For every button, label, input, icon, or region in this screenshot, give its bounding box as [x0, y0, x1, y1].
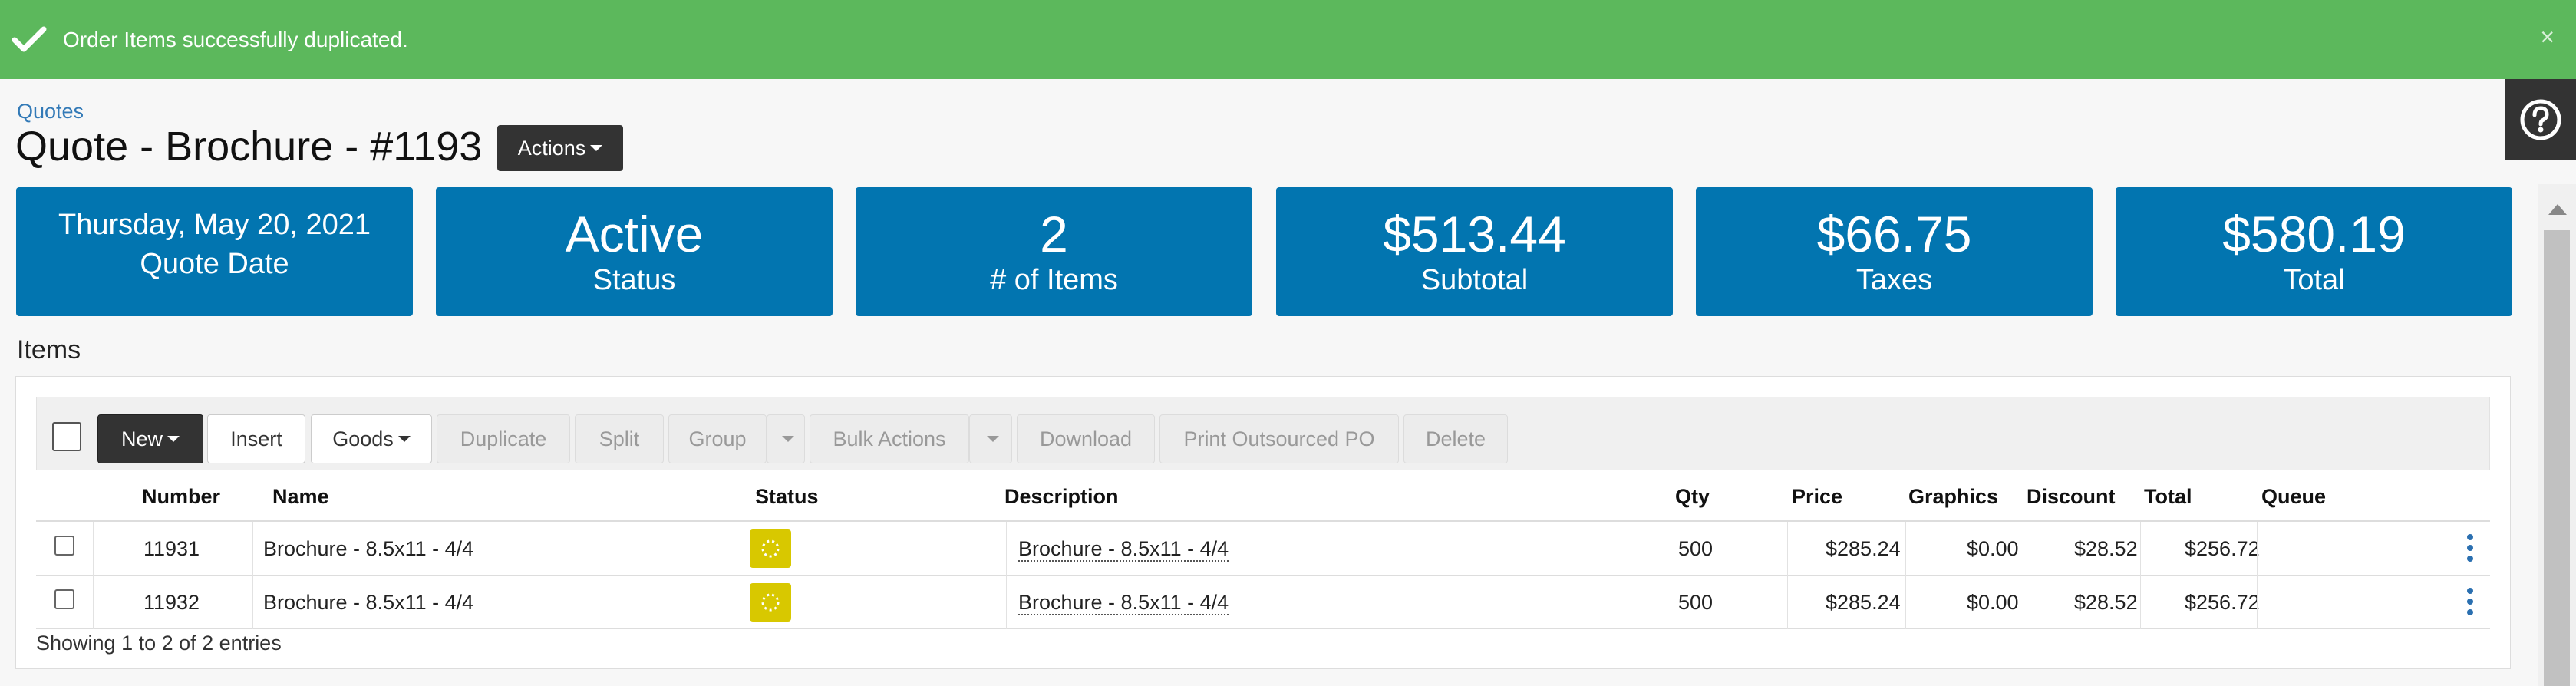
cell-discount: $28.52 — [2074, 537, 2138, 560]
cell-qty: 500 — [1678, 591, 1713, 614]
table-row[interactable]: 11931 Brochure - 8.5x11 - 4/4 Brochure -… — [36, 522, 2490, 576]
stat-label: # of Items — [990, 264, 1118, 296]
stat-item-count: 2 # of Items — [856, 187, 1252, 316]
cell-price: $285.24 — [1826, 537, 1901, 560]
description-link[interactable]: Brochure - 8.5x11 - 4/4 — [1018, 537, 1229, 562]
stat-status: Active Status — [436, 187, 833, 316]
caret-down-icon — [782, 436, 794, 442]
row-menu-kebab-icon[interactable] — [2467, 588, 2473, 615]
items-toolbar: New Insert Goods Duplicate Split Group B… — [36, 397, 2490, 470]
actions-label: Actions — [517, 136, 586, 160]
group-button[interactable]: Group — [668, 414, 767, 463]
scroll-up-arrow[interactable] — [2548, 204, 2567, 215]
goods-dropdown-button[interactable]: Goods — [311, 414, 432, 463]
cell-total: $256.72 — [2185, 591, 2260, 614]
select-all-checkbox[interactable] — [52, 422, 81, 451]
column-header-total[interactable]: Total — [2144, 485, 2192, 509]
row-menu-kebab-icon[interactable] — [2467, 534, 2473, 562]
table-header: Number Name Status Description Qty Price… — [36, 470, 2490, 522]
cell-number: 11932 — [143, 591, 200, 614]
caret-down-icon — [590, 145, 603, 151]
print-outsourced-po-button[interactable]: Print Outsourced PO — [1159, 414, 1399, 463]
column-header-status[interactable]: Status — [755, 485, 819, 509]
row-checkbox[interactable] — [54, 536, 74, 556]
stat-total: $580.19 Total — [2116, 187, 2512, 316]
stat-value: 2 — [1040, 206, 1068, 262]
status-badge — [750, 583, 791, 622]
cell-graphics: $0.00 — [1967, 537, 2019, 560]
spinner-icon — [761, 539, 780, 558]
stat-label: Total — [2283, 264, 2345, 296]
items-heading: Items — [17, 335, 81, 364]
status-badge — [750, 529, 791, 568]
bulk-actions-button[interactable]: Bulk Actions — [810, 414, 969, 463]
description-link[interactable]: Brochure - 8.5x11 - 4/4 — [1018, 591, 1229, 615]
scrollbar[interactable] — [2538, 184, 2576, 686]
stat-quote-date: Thursday, May 20, 2021 Quote Date — [16, 187, 413, 316]
stat-label: Status — [592, 264, 676, 296]
column-header-name[interactable]: Name — [272, 485, 329, 509]
bulk-actions-caret-button[interactable] — [969, 414, 1012, 463]
column-header-number[interactable]: Number — [142, 485, 220, 509]
cell-graphics: $0.00 — [1967, 591, 2019, 614]
cell-number: 11931 — [143, 537, 200, 560]
stat-value: $513.44 — [1383, 206, 1566, 262]
insert-button[interactable]: Insert — [207, 414, 305, 463]
stat-value: $580.19 — [2222, 206, 2406, 262]
download-button[interactable]: Download — [1017, 414, 1155, 463]
new-label: New — [120, 427, 163, 450]
column-header-discount[interactable]: Discount — [2027, 485, 2116, 509]
cell-total: $256.72 — [2185, 537, 2260, 560]
stat-subtotal: $513.44 Subtotal — [1276, 187, 1673, 316]
cell-description[interactable]: Brochure - 8.5x11 - 4/4 — [1018, 591, 1229, 615]
table-info: Showing 1 to 2 of 2 entries — [36, 632, 282, 655]
spinner-icon — [761, 593, 780, 612]
breadcrumb-quotes[interactable]: Quotes — [17, 100, 84, 124]
items-panel: New Insert Goods Duplicate Split Group B… — [15, 376, 2511, 669]
row-checkbox[interactable] — [54, 589, 74, 609]
alert-message: Order Items successfully duplicated. — [63, 27, 408, 51]
cell-qty: 500 — [1678, 537, 1713, 560]
column-header-graphics[interactable]: Graphics — [1908, 485, 1998, 509]
table-row[interactable]: 11932 Brochure - 8.5x11 - 4/4 Brochure -… — [36, 576, 2490, 629]
cell-price: $285.24 — [1826, 591, 1901, 614]
success-alert: Order Items successfully duplicated. × — [0, 0, 2576, 79]
cell-discount: $28.52 — [2074, 591, 2138, 614]
stat-value: Thursday, May 20, 2021 — [58, 209, 371, 241]
stat-label: Taxes — [1855, 264, 1933, 296]
caret-down-icon — [397, 436, 411, 442]
stat-value: Active — [565, 206, 704, 262]
group-caret-button[interactable] — [767, 414, 805, 463]
column-header-price[interactable]: Price — [1792, 485, 1842, 509]
stat-value: $66.75 — [1816, 206, 1972, 262]
caret-down-icon — [987, 436, 999, 442]
duplicate-button[interactable]: Duplicate — [437, 414, 570, 463]
stat-taxes: $66.75 Taxes — [1696, 187, 2093, 316]
help-button[interactable] — [2505, 79, 2576, 160]
actions-dropdown-button[interactable]: Actions — [497, 125, 623, 171]
caret-down-icon — [167, 436, 180, 442]
stat-label: Subtotal — [1420, 264, 1529, 296]
column-header-queue[interactable]: Queue — [2261, 485, 2326, 509]
new-dropdown-button[interactable]: New — [97, 414, 203, 463]
scroll-thumb[interactable] — [2544, 230, 2570, 686]
split-button[interactable]: Split — [575, 414, 664, 463]
cell-name: Brochure - 8.5x11 - 4/4 — [263, 591, 474, 614]
column-header-description[interactable]: Description — [1004, 485, 1119, 509]
cell-name: Brochure - 8.5x11 - 4/4 — [263, 537, 474, 560]
stat-label: Quote Date — [140, 248, 289, 280]
page-title: Quote - Brochure - #1193 — [15, 124, 483, 170]
close-alert-button[interactable]: × — [2540, 23, 2555, 51]
question-circle-icon — [2520, 99, 2561, 140]
goods-label: Goods — [332, 427, 394, 450]
column-header-qty[interactable]: Qty — [1675, 485, 1710, 509]
check-icon — [9, 25, 49, 55]
delete-button[interactable]: Delete — [1403, 414, 1508, 463]
cell-description[interactable]: Brochure - 8.5x11 - 4/4 — [1018, 537, 1229, 562]
